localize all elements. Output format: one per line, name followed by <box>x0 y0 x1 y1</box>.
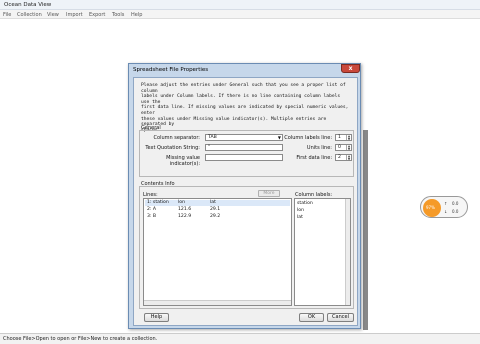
spin-arrows-icon: ▲ ▼ <box>346 134 351 141</box>
help-button[interactable]: Help <box>144 313 169 322</box>
units-line-value: 0 <box>338 145 341 150</box>
chevron-down-icon: ▼ <box>277 135 281 140</box>
vertical-scrollbar[interactable] <box>345 199 350 305</box>
column-separator-label: Column separator: <box>153 135 200 141</box>
column-labels-line-value: 1 <box>338 135 341 140</box>
instruction-line: these values under Missing value indicat… <box>141 116 327 128</box>
first-data-line-spinner[interactable]: 2 ▲ ▼ <box>335 154 352 161</box>
text-quotation-input[interactable]: " <box>205 144 283 151</box>
menu-tools[interactable]: Tools <box>112 12 124 18</box>
first-data-line-value: 2 <box>338 155 341 160</box>
line-cell: 2: A <box>147 207 157 212</box>
map-disc-text: 97% <box>426 205 435 210</box>
menu-file[interactable]: File <box>3 12 11 18</box>
menu-bar: File Collection View Import Export Tools… <box>0 10 480 19</box>
line-cell: lat <box>210 200 216 205</box>
list-item[interactable]: 2: A 121.6 29.1 <box>145 207 290 213</box>
column-separator-value: TAB <box>208 135 217 140</box>
app-titlebar: Ocean Data View <box>0 0 480 10</box>
missing-value-label: Missing value indicator(s): <box>166 155 200 167</box>
units-line-spinner[interactable]: 0 ▲ ▼ <box>335 144 352 151</box>
line-cell: 122.9 <box>178 214 192 219</box>
line-cell: 121.6 <box>178 207 192 212</box>
spin-arrows-icon: ▲ ▼ <box>346 144 351 151</box>
arrow-down-icon: ↓ <box>444 209 448 214</box>
menu-collection[interactable]: Collection <box>17 12 42 18</box>
column-labels-line-label: Column labels line: <box>284 135 332 141</box>
status-text: Choose File>Open to open or File>New to … <box>3 336 158 342</box>
menu-import[interactable]: Import <box>66 12 83 18</box>
instruction-line: Please adjust the entries under General … <box>141 83 346 94</box>
instructions-text: Please adjust the entries under General … <box>141 83 351 133</box>
line-cell: 3: B <box>147 214 157 219</box>
lines-list[interactable]: 1: station lon lat 2: A 121.6 29.1 3: B … <box>143 198 292 306</box>
menu-view[interactable]: View <box>47 12 59 18</box>
close-button[interactable]: x <box>341 64 360 73</box>
instruction-line: first data line. If missing values are i… <box>141 105 349 116</box>
first-data-line-label: First data line: <box>296 155 332 161</box>
dialog-title: Spreadsheet File Properties <box>133 67 209 73</box>
spreadsheet-properties-dialog: Spreadsheet File Properties x Please adj… <box>128 63 361 329</box>
map-widget[interactable]: 97% ↑ ↓ 0.0 0.0 <box>420 196 468 218</box>
globe-icon: 97% <box>423 199 441 217</box>
arrow-up-icon: ↑ <box>444 201 448 206</box>
line-cell: 1: station <box>147 200 169 205</box>
map-value-1: 0.0 <box>452 201 459 206</box>
list-item[interactable]: lon <box>297 208 304 213</box>
menu-help[interactable]: Help <box>131 12 142 18</box>
spin-arrows-icon: ▲ ▼ <box>346 154 351 161</box>
status-bar: Choose File>Open to open or File>New to … <box>0 333 480 344</box>
list-item[interactable]: 3: B 122.9 29.2 <box>145 214 290 220</box>
instruction-line: labels under Column labels. If there is … <box>141 94 341 105</box>
app-title: Ocean Data View <box>4 2 52 8</box>
map-value-2: 0.0 <box>452 209 459 214</box>
menu-export[interactable]: Export <box>89 12 105 18</box>
window-edge <box>363 130 368 330</box>
dialog-body: Please adjust the entries under General … <box>133 77 358 326</box>
units-line-label: Units line: <box>306 145 332 151</box>
line-cell: lon <box>178 200 185 205</box>
list-item[interactable]: 1: station lon lat <box>145 200 290 206</box>
more-button[interactable]: More <box>258 190 280 197</box>
column-separator-select[interactable]: TAB ▼ <box>205 134 283 141</box>
list-item[interactable]: station <box>297 201 313 206</box>
line-cell: 29.2 <box>210 214 221 219</box>
line-cell: 29.1 <box>210 207 221 212</box>
cancel-button[interactable]: Cancel <box>327 313 354 322</box>
ok-button[interactable]: OK <box>299 313 324 322</box>
missing-value-input[interactable] <box>205 154 283 161</box>
column-labels-line-spinner[interactable]: 1 ▲ ▼ <box>335 134 352 141</box>
horizontal-scrollbar[interactable] <box>144 300 291 305</box>
text-quotation-label: Text Quotation String: <box>145 145 200 151</box>
list-item[interactable]: lat <box>297 215 303 220</box>
column-labels-list[interactable]: station lon lat <box>294 198 351 306</box>
